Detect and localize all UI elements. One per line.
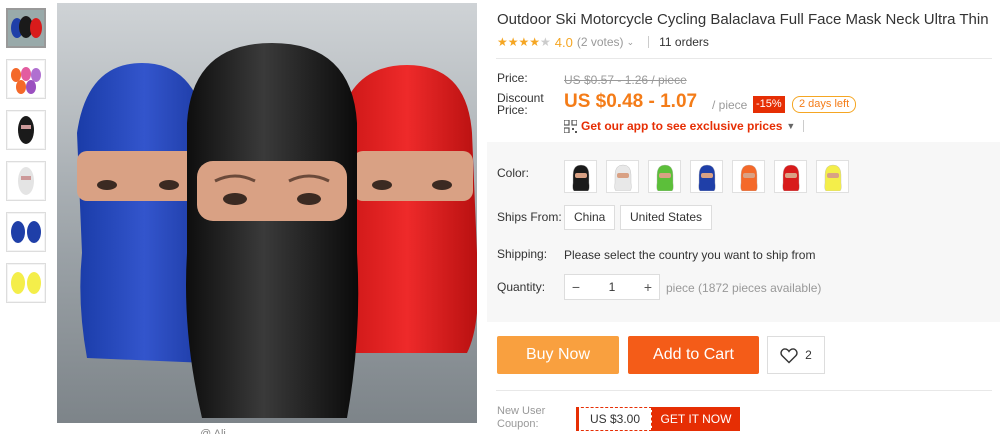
quantity-label: Quantity: (497, 280, 546, 294)
ships-from-china[interactable]: China (564, 205, 616, 230)
price-label: Price: (497, 71, 528, 85)
thumbnail-strip (6, 8, 50, 314)
quantity-availability: piece (1872 pieces available) (666, 281, 822, 295)
quantity-stepper: − 1 + (564, 274, 660, 300)
ships-from-united-states[interactable]: United States (620, 205, 713, 230)
wishlist-count: 2 (805, 348, 812, 362)
main-product-image[interactable] (57, 3, 477, 423)
coupon-label-line-2: Coupon: (497, 418, 539, 430)
divider (803, 120, 805, 132)
shipping-message: Please select the country you want to sh… (564, 248, 816, 262)
balaclava-white-icon (613, 164, 632, 191)
ships-from-label: Ships From: (497, 210, 562, 224)
thumbnail-yellow[interactable] (6, 263, 46, 303)
image-caption: @ Ali... (200, 428, 236, 434)
heart-icon (780, 347, 798, 363)
qr-code-icon (564, 119, 577, 133)
color-label: Color: (497, 166, 530, 180)
color-swatch-green[interactable] (648, 160, 681, 193)
orders-count: 11 orders (659, 35, 709, 49)
divider (648, 36, 650, 48)
divider (496, 58, 992, 59)
color-swatch-white[interactable] (606, 160, 639, 193)
thumbnail-blue[interactable] (6, 212, 46, 252)
balaclava-red-icon (781, 164, 800, 191)
balaclava-yellow-icon (823, 164, 842, 191)
thumbnail-orange-pink-purple[interactable] (6, 59, 46, 99)
thumbnail-black[interactable] (6, 110, 46, 150)
balaclava-orange-icon (739, 164, 758, 191)
color-swatch-red[interactable] (774, 160, 807, 193)
discount-price: US $0.48 - 1.07 (564, 91, 698, 112)
balaclava-blue-icon (697, 164, 716, 191)
plus-button[interactable]: + (637, 275, 659, 299)
discount-badge: -15% (753, 96, 785, 113)
thumbnail-multi-color[interactable] (6, 8, 46, 48)
votes-count[interactable]: (2 votes) (577, 35, 624, 49)
rating-row: ★★★★★ 4.0 (2 votes) ⌄ 11 orders (497, 34, 709, 50)
minus-button[interactable]: − (565, 275, 587, 299)
divider (496, 390, 992, 391)
wishlist-button[interactable]: 2 (767, 336, 825, 374)
discount-price-label-2: Price: (497, 103, 528, 117)
get-coupon-button[interactable]: GET IT NOW (652, 407, 740, 431)
balaclava-green-icon (655, 164, 674, 191)
rating-stars[interactable]: ★★★★★ (497, 35, 551, 49)
shipping-label: Shipping: (497, 247, 548, 261)
coupon-label-line-1: New User (497, 405, 546, 417)
color-swatch-orange[interactable] (732, 160, 765, 193)
original-price: US $0.57 - 1.26 / piece (564, 73, 687, 87)
color-swatch-blue[interactable] (690, 160, 723, 193)
thumbnail-white[interactable] (6, 161, 46, 201)
buy-now-button[interactable]: Buy Now (497, 336, 619, 374)
balaclava-image (57, 3, 477, 423)
days-left-badge: 2 days left (792, 96, 857, 113)
coupon-value: US $3.00 (576, 407, 652, 431)
product-title: Outdoor Ski Motorcycle Cycling Balaclava… (497, 11, 989, 28)
balaclava-black-icon (571, 164, 590, 191)
app-promo-link[interactable]: Get our app to see exclusive prices (581, 119, 782, 133)
caret-down-icon[interactable]: ▼ (786, 121, 795, 131)
app-promo[interactable]: Get our app to see exclusive prices ▼ (564, 119, 805, 133)
quantity-input[interactable]: 1 (587, 280, 637, 294)
rating-value: 4.0 (554, 34, 573, 50)
price-unit: / piece (712, 98, 748, 112)
product-info: Outdoor Ski Motorcycle Cycling Balaclava… (487, 0, 1000, 434)
color-swatch-yellow[interactable] (816, 160, 849, 193)
color-swatch-black[interactable] (564, 160, 597, 193)
chevron-down-icon[interactable]: ⌄ (627, 37, 635, 48)
add-to-cart-button[interactable]: Add to Cart (628, 336, 759, 374)
new-user-coupon-label: New User Coupon: (497, 405, 545, 431)
